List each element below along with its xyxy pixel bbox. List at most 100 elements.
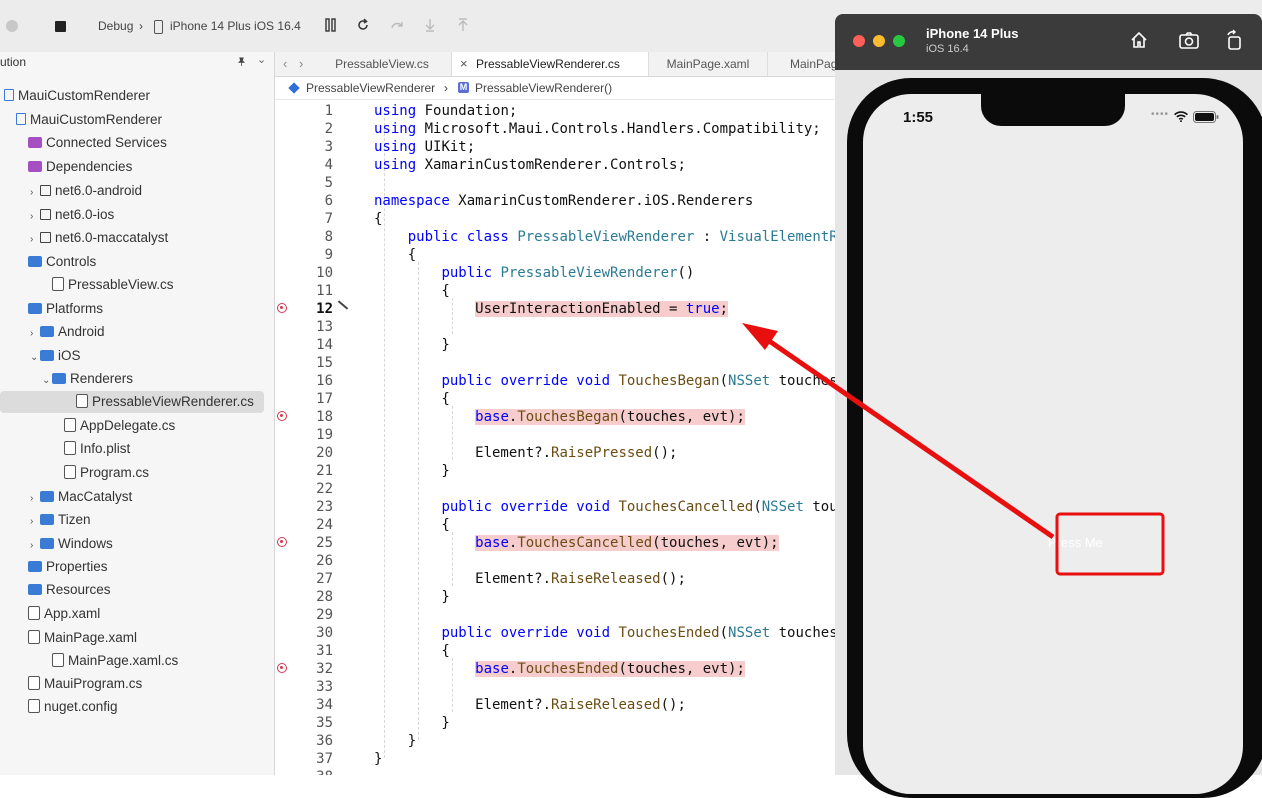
pin-icon[interactable]: [237, 57, 246, 66]
code-line[interactable]: 10 public PressableViewRenderer(): [275, 264, 845, 282]
code-line[interactable]: 13: [275, 318, 845, 336]
device-selector[interactable]: iPhone 14 Plus iOS 16.4: [170, 19, 301, 33]
sidebar-item[interactable]: › net6.0-android: [30, 180, 142, 202]
code-line[interactable]: 38: [275, 768, 845, 775]
code-line[interactable]: 32 base.TouchesEnded(touches, evt);: [275, 660, 845, 678]
breadcrumb-class[interactable]: PressableViewRenderer: [306, 77, 435, 99]
code-line[interactable]: 8 public class PressableViewRenderer : V…: [275, 228, 845, 246]
sidebar-item[interactable]: › net6.0-ios: [30, 204, 114, 226]
tab-pressable-view-renderer[interactable]: × PressableViewRenderer.cs: [452, 52, 649, 76]
code-line[interactable]: 7{: [275, 210, 845, 228]
code-line[interactable]: 3 using UIKit;: [275, 138, 845, 156]
code-line[interactable]: 24 {: [275, 516, 845, 534]
code-line[interactable]: 5: [275, 174, 845, 192]
sidebar-item[interactable]: AppDelegate.cs: [54, 415, 175, 437]
sidebar-item[interactable]: › Android: [30, 321, 105, 343]
sidebar-item[interactable]: Connected Services: [18, 132, 167, 154]
code-line[interactable]: 17 {: [275, 390, 845, 408]
code-line[interactable]: 2 using Microsoft.Maui.Controls.Handlers.…: [275, 120, 845, 138]
disclosure-chevron-icon[interactable]: ›: [30, 488, 40, 510]
breakpoint-icon[interactable]: [277, 663, 287, 673]
code-line[interactable]: 26: [275, 552, 845, 570]
code-line[interactable]: 30 public override void TouchesEnded(NSS…: [275, 624, 845, 642]
tab-close-icon[interactable]: ×: [460, 52, 468, 76]
code-line[interactable]: 31 {: [275, 642, 845, 660]
sidebar-item[interactable]: Dependencies: [18, 156, 132, 178]
sidebar-item[interactable]: › Tizen: [30, 509, 91, 531]
sidebar-item[interactable]: › Windows: [30, 533, 113, 555]
tab-main-page-xaml[interactable]: MainPage.xaml: [649, 52, 768, 76]
sidebar-item[interactable]: nuget.config: [18, 696, 118, 718]
code-line[interactable]: 19: [275, 426, 845, 444]
code-line[interactable]: 27 Element?.RaiseReleased();: [275, 570, 845, 588]
breakpoint-icon[interactable]: [277, 537, 287, 547]
code-line[interactable]: 6 namespace XamarinCustomRenderer.iOS.Ren…: [275, 192, 845, 210]
sidebar-item[interactable]: App.xaml: [18, 603, 100, 625]
code-line[interactable]: 1 using Foundation;: [275, 102, 845, 120]
code-line[interactable]: 16 public override void TouchesBegan(NSS…: [275, 372, 845, 390]
sidebar-item[interactable]: MauiCustomRenderer: [0, 85, 150, 107]
code-line[interactable]: 11 {: [275, 282, 845, 300]
code-line[interactable]: 22: [275, 480, 845, 498]
sidebar-item[interactable]: Program.cs: [54, 462, 149, 484]
code-line[interactable]: 14 }: [275, 336, 845, 354]
sidebar-item[interactable]: PressableViewRenderer.cs: [0, 391, 264, 413]
window-close-button[interactable]: [6, 20, 18, 32]
disclosure-chevron-icon[interactable]: ⌄: [30, 347, 40, 369]
sidebar-item[interactable]: ⌄ Renderers: [42, 368, 133, 390]
code-line[interactable]: 9 {: [275, 246, 845, 264]
code-line[interactable]: 23 public override void TouchesCancelled…: [275, 498, 845, 516]
code-line[interactable]: 36 }: [275, 732, 845, 750]
sidebar-item[interactable]: Platforms: [18, 298, 103, 320]
disclosure-chevron-icon[interactable]: ›: [30, 511, 40, 533]
code-line[interactable]: 34 Element?.RaiseReleased();: [275, 696, 845, 714]
nav-back-icon[interactable]: ‹: [283, 56, 287, 71]
code-line[interactable]: 15: [275, 354, 845, 372]
code-editor[interactable]: 1 using Foundation; 2 using Microsoft.Maui.…: [275, 100, 845, 775]
breadcrumb-member[interactable]: PressableViewRenderer(): [475, 77, 612, 99]
breakpoint-icon[interactable]: [277, 303, 287, 313]
sidebar-item[interactable]: Resources: [18, 579, 111, 601]
sidebar-item[interactable]: PressableView.cs: [42, 274, 174, 296]
code-line[interactable]: 18 base.TouchesBegan(touches, evt);: [275, 408, 845, 426]
disclosure-chevron-icon[interactable]: ›: [30, 182, 40, 204]
nav-forward-icon[interactable]: ›: [299, 56, 303, 71]
step-into-icon[interactable]: [423, 18, 437, 32]
code-line[interactable]: 4 using XamarinCustomRenderer.Controls;: [275, 156, 845, 174]
sidebar-item[interactable]: Controls: [18, 251, 96, 273]
press-me-button[interactable]: Press Me: [1038, 528, 1158, 558]
phone-screen[interactable]: 1:55 •••• Press Me: [863, 94, 1243, 794]
sidebar-item[interactable]: Info.plist: [54, 438, 130, 460]
disclosure-chevron-icon[interactable]: ⌄: [42, 370, 52, 392]
disclosure-chevron-icon[interactable]: ›: [30, 535, 40, 557]
sidebar-item[interactable]: MainPage.xaml: [18, 627, 137, 649]
code-line[interactable]: 35 }: [275, 714, 845, 732]
step-out-icon[interactable]: [456, 18, 470, 32]
tab-main-page[interactable]: MainPage: [768, 52, 844, 76]
code-line[interactable]: 29: [275, 606, 845, 624]
screenshot-icon[interactable]: [1178, 30, 1200, 50]
code-line[interactable]: 20 Element?.RaisePressed();: [275, 444, 845, 462]
simulator-close-button[interactable]: [853, 35, 865, 47]
sidebar-item[interactable]: › MacCatalyst: [30, 486, 132, 508]
code-line[interactable]: 28 }: [275, 588, 845, 606]
sidebar-item[interactable]: ⌄ iOS: [30, 345, 81, 367]
scheme-selector[interactable]: Debug: [98, 19, 133, 33]
code-line[interactable]: 37}: [275, 750, 845, 768]
breakpoint-icon[interactable]: [277, 411, 287, 421]
disclosure-chevron-icon[interactable]: ›: [30, 323, 40, 345]
rotate-icon[interactable]: [1224, 29, 1244, 51]
simulator-zoom-button[interactable]: [893, 35, 905, 47]
sidebar-item[interactable]: MauiProgram.cs: [18, 673, 142, 695]
sidebar-item[interactable]: Properties: [18, 556, 108, 578]
tab-pressable-view[interactable]: PressableView.cs: [313, 52, 452, 76]
code-line[interactable]: 25 base.TouchesCancelled(touches, evt);: [275, 534, 845, 552]
code-line[interactable]: 21 }: [275, 462, 845, 480]
pause-icon[interactable]: [324, 18, 338, 32]
disclosure-chevron-icon[interactable]: ›: [30, 229, 40, 251]
code-line[interactable]: 33: [275, 678, 845, 696]
step-over-icon[interactable]: [390, 18, 404, 32]
sidebar-item[interactable]: MauiCustomRenderer: [6, 109, 162, 131]
code-line[interactable]: 12 UserInteractionEnabled = true;: [275, 300, 845, 318]
stop-icon[interactable]: [55, 21, 66, 32]
